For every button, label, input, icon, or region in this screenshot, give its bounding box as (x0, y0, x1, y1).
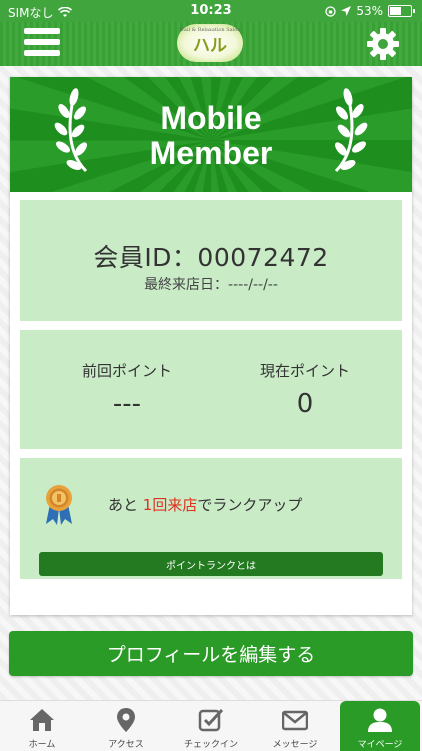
member-id: 会員ID：00072472 (93, 243, 329, 272)
hamburger-line (24, 50, 60, 56)
member-card: Mobile Member 会員ID：00072472 最終来店日：----/-… (10, 77, 412, 615)
settings-button[interactable] (366, 27, 400, 61)
user-icon (368, 708, 392, 732)
tab-home-label: ホーム (28, 740, 56, 750)
location-arrow-icon (341, 6, 352, 16)
tab-checkin-label: チェックイン (183, 740, 238, 750)
current-points-value: 0 (296, 389, 314, 419)
tab-message-label: メッセージ (272, 740, 318, 750)
previous-points-label: 前回ポイント (81, 362, 172, 380)
medal-icon (46, 485, 72, 525)
previous-points-value: --- (112, 389, 142, 419)
current-points-label: 現在ポイント (259, 362, 350, 380)
current-points: 現在ポイント 0 (225, 360, 385, 419)
battery-fill (390, 7, 401, 15)
edit-profile-button[interactable]: プロフィールを編集する (9, 631, 413, 676)
location-pin-icon (117, 708, 135, 732)
tab-message[interactable]: メッセージ (255, 701, 335, 751)
checkin-icon (198, 708, 224, 732)
rank-panel: あと 1回来店でランクアップ ポイントランクとは (20, 458, 402, 579)
app-header: Nail & Relaxation Salon ハル (0, 22, 422, 66)
tab-access-label: アクセス (108, 740, 144, 750)
gear-icon (367, 28, 399, 60)
home-icon (30, 709, 54, 731)
rank-up-suffix: でランクアップ (197, 496, 303, 514)
logo-tagline: Nail & Relaxation Salon (179, 27, 241, 33)
app-logo: Nail & Relaxation Salon ハル (177, 24, 243, 62)
bottom-tab-bar: ホーム アクセス チェックイン メッセージ マイページ (0, 700, 422, 751)
points-panel: 前回ポイント --- 現在ポイント 0 (20, 330, 402, 449)
laurel-right-icon (334, 88, 368, 173)
tab-home[interactable]: ホーム (2, 701, 82, 751)
member-banner: Mobile Member (10, 77, 412, 192)
menu-button[interactable] (24, 28, 60, 60)
rank-up-prefix: あと (108, 496, 143, 514)
tab-checkin[interactable]: チェックイン (171, 701, 251, 751)
hamburger-icon (24, 28, 60, 34)
previous-points: 前回ポイント --- (47, 360, 207, 419)
battery-percent: 53% (356, 4, 383, 18)
point-rank-info-button[interactable]: ポイントランクとは (39, 552, 383, 576)
status-bar: SIMなし 10:23 53% (0, 0, 422, 22)
status-right: 53% (325, 4, 415, 18)
tab-mypage[interactable]: マイページ (340, 701, 420, 751)
hamburger-line (24, 39, 60, 45)
logo-text: ハル (193, 35, 227, 56)
last-visit-date: 最終来店日：----/--/-- (144, 277, 278, 293)
member-info-panel: 会員ID：00072472 最終来店日：----/--/-- (20, 200, 402, 321)
lock-rotation-icon (325, 5, 336, 17)
tab-access[interactable]: アクセス (86, 701, 166, 751)
rank-up-highlight: 1回来店 (142, 496, 198, 514)
tab-mypage-label: マイページ (357, 740, 403, 750)
mail-icon (282, 710, 308, 731)
battery-icon (388, 5, 415, 17)
rank-up-message: あと 1回来店でランクアップ (108, 494, 302, 515)
